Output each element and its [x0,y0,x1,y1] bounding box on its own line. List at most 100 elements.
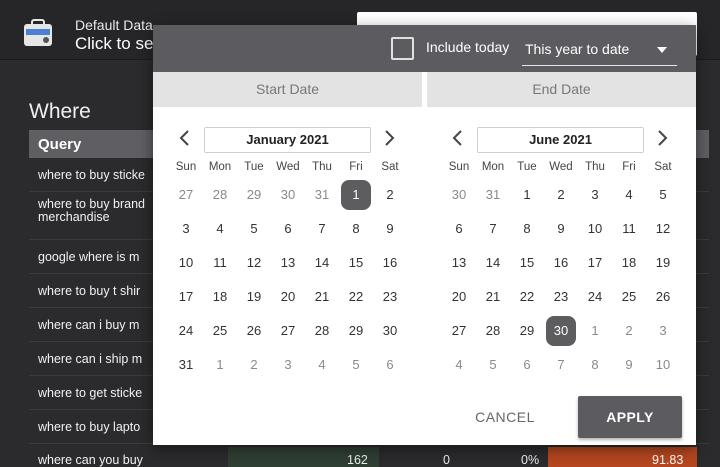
day-cell[interactable]: 17 [171,282,201,312]
day-cell[interactable]: 6 [375,350,405,380]
day-cell[interactable]: 10 [648,350,678,380]
day-cell[interactable]: 12 [239,248,269,278]
date-range-dropdown[interactable]: This year to date [522,33,677,66]
day-cell[interactable]: 1 [580,316,610,346]
day-cell[interactable]: 31 [171,350,201,380]
day-cell[interactable]: 30 [273,180,303,210]
day-cell[interactable]: 14 [478,248,508,278]
day-cell[interactable]: 16 [375,248,405,278]
day-cell[interactable]: 15 [341,248,371,278]
day-cell[interactable]: 28 [478,316,508,346]
day-cell[interactable]: 20 [273,282,303,312]
day-cell[interactable]: 19 [239,282,269,312]
day-cell[interactable]: 27 [273,316,303,346]
day-cell[interactable]: 22 [512,282,542,312]
day-cell[interactable]: 17 [580,248,610,278]
day-cell[interactable]: 26 [239,316,269,346]
day-cell[interactable]: 29 [341,316,371,346]
day-cell[interactable]: 9 [375,214,405,244]
day-cell[interactable]: 1 [512,180,542,210]
day-cell[interactable]: 21 [307,282,337,312]
day-cell[interactable]: 9 [546,214,576,244]
day-cell[interactable]: 11 [614,214,644,244]
day-cell[interactable]: 25 [614,282,644,312]
cancel-button[interactable]: CANCEL [465,404,545,430]
month-select[interactable]: June 2021 [477,127,644,153]
chevron-left-icon[interactable] [450,129,466,147]
day-cell[interactable]: 1 [205,350,235,380]
day-cell[interactable]: 6 [512,350,542,380]
day-cell[interactable]: 31 [307,180,337,210]
day-cell[interactable]: 21 [478,282,508,312]
day-cell[interactable]: 2 [375,180,405,210]
day-cell[interactable]: 24 [171,316,201,346]
day-cell[interactable]: 28 [205,180,235,210]
day-cell[interactable]: 4 [205,214,235,244]
day-cell[interactable]: 18 [205,282,235,312]
day-cell[interactable]: 5 [239,214,269,244]
day-cell[interactable]: 24 [580,282,610,312]
day-cell[interactable]: 8 [341,214,371,244]
month-select[interactable]: January 2021 [204,127,371,153]
day-cell[interactable]: 2 [239,350,269,380]
day-cell[interactable]: 26 [648,282,678,312]
day-cell[interactable]: 15 [512,248,542,278]
apply-button[interactable]: APPLY [578,396,682,438]
day-cell[interactable]: 13 [444,248,474,278]
day-cell[interactable]: 27 [444,316,474,346]
chevron-left-icon[interactable] [177,129,193,147]
day-cell[interactable]: 30 [444,180,474,210]
day-cell[interactable]: 5 [341,350,371,380]
day-cell[interactable]: 2 [614,316,644,346]
day-cell[interactable]: 3 [171,214,201,244]
day-cell[interactable]: 4 [307,350,337,380]
day-cell[interactable]: 28 [307,316,337,346]
day-cell[interactable]: 5 [648,180,678,210]
day-cell[interactable]: 13 [273,248,303,278]
day-cell[interactable]: 29 [512,316,542,346]
day-cell[interactable]: 2 [546,180,576,210]
day-cell[interactable]: 3 [273,350,303,380]
day-cell[interactable]: 19 [648,248,678,278]
day-cell[interactable]: 18 [614,248,644,278]
day-cell[interactable]: 14 [307,248,337,278]
include-today-label[interactable]: Include today [426,39,509,55]
day-cell[interactable]: 5 [478,350,508,380]
day-cell[interactable]: 7 [307,214,337,244]
day-cell[interactable]: 6 [444,214,474,244]
day-cell[interactable]: 7 [546,350,576,380]
day-cell[interactable]: 3 [580,180,610,210]
day-cell[interactable]: 10 [580,214,610,244]
table-row[interactable]: where can you buy 162 0 0% 91.83 [29,447,697,467]
table-header-query[interactable]: Query [38,136,81,153]
day-cell[interactable]: 27 [171,180,201,210]
day-cell[interactable]: 31 [478,180,508,210]
day-cell[interactable]: 11 [205,248,235,278]
data-source-title[interactable]: Default Data [75,17,153,33]
data-source-icon[interactable] [22,18,54,48]
day-cell[interactable]: 6 [273,214,303,244]
day-cell[interactable]: 16 [546,248,576,278]
day-cell[interactable]: 22 [341,282,371,312]
chevron-right-icon[interactable] [654,129,670,147]
end-date-tab[interactable]: End Date [427,72,696,107]
include-today-checkbox[interactable] [391,37,414,60]
day-cell[interactable]: 7 [478,214,508,244]
day-cell[interactable]: 9 [614,350,644,380]
day-cell[interactable]: 30 [375,316,405,346]
day-cell-selected[interactable]: 30 [546,316,576,346]
day-cell[interactable]: 4 [444,350,474,380]
day-cell[interactable]: 23 [546,282,576,312]
day-cell[interactable]: 23 [375,282,405,312]
day-cell[interactable]: 25 [205,316,235,346]
day-cell[interactable]: 8 [580,350,610,380]
data-source-subtitle[interactable]: Click to se [75,34,153,54]
start-date-tab[interactable]: Start Date [153,72,422,107]
chevron-right-icon[interactable] [381,129,397,147]
day-cell[interactable]: 12 [648,214,678,244]
day-cell[interactable]: 3 [648,316,678,346]
day-cell-selected[interactable]: 1 [341,180,371,210]
day-cell[interactable]: 10 [171,248,201,278]
day-cell[interactable]: 29 [239,180,269,210]
day-cell[interactable]: 4 [614,180,644,210]
